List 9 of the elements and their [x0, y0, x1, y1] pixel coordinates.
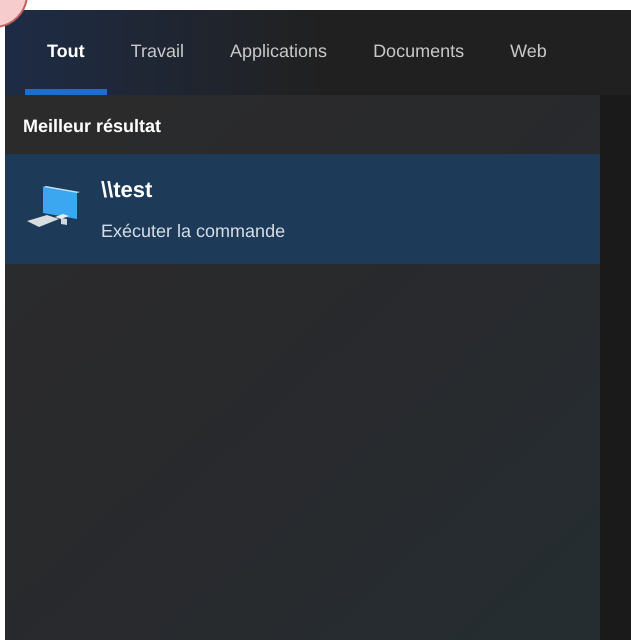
tab[interactable]: Tout [25, 10, 107, 95]
tab[interactable]: Web [488, 10, 569, 95]
tab[interactable]: Applications [208, 10, 350, 95]
tab[interactable]: Documents [351, 10, 486, 95]
result-title: \\test [101, 176, 154, 204]
tab[interactable]: Travail [108, 10, 206, 95]
section-heading: Meilleur résultat [22, 115, 162, 138]
result-item[interactable]: \\test Exécuter la commande [5, 154, 600, 264]
result-subtitle: Exécuter la commande [101, 220, 286, 243]
